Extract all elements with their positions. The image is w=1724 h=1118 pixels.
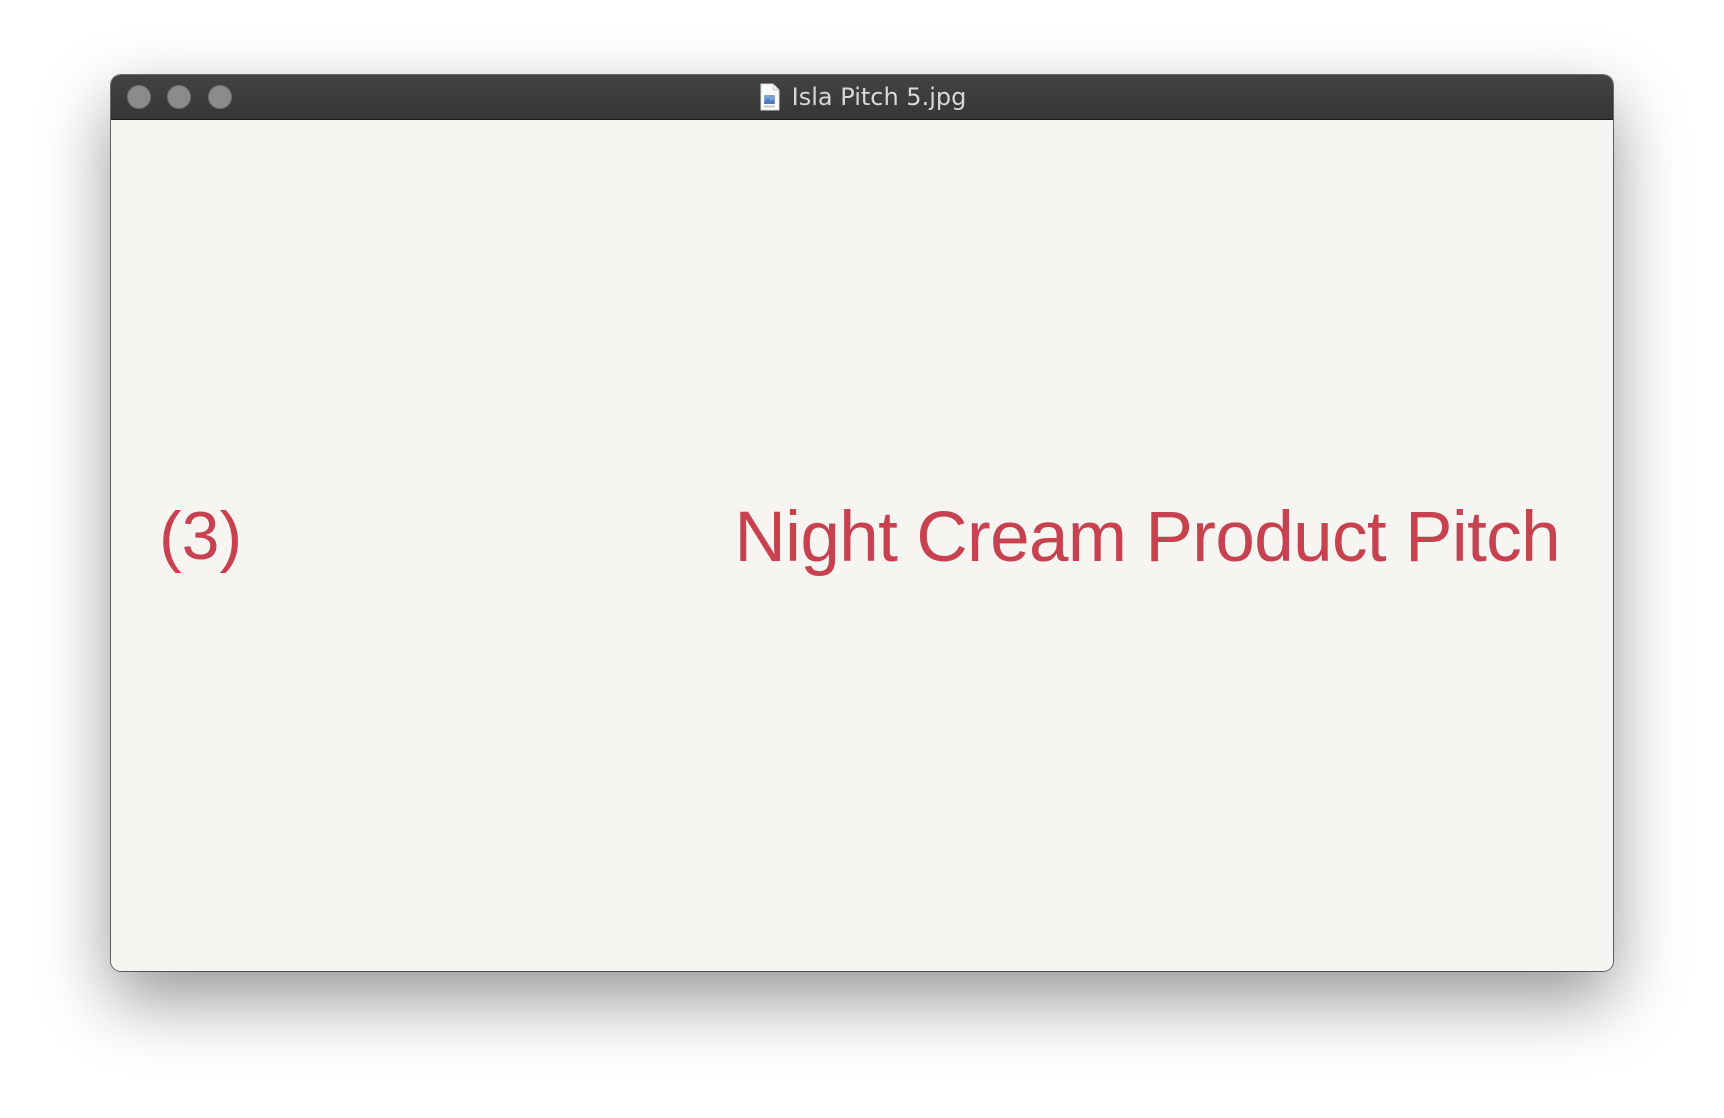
- image-preview-window: Isla Pitch 5.jpg (3) Night Cream Product…: [111, 75, 1613, 971]
- window-titlebar[interactable]: Isla Pitch 5.jpg: [111, 75, 1613, 120]
- image-canvas: (3) Night Cream Product Pitch: [111, 120, 1613, 971]
- slide-headline: Night Cream Product Pitch: [734, 498, 1561, 577]
- image-document-icon: [760, 83, 780, 111]
- slide-number: (3): [159, 498, 243, 574]
- window-title: Isla Pitch 5.jpg: [791, 83, 967, 111]
- window-title-group: Isla Pitch 5.jpg: [111, 75, 1613, 119]
